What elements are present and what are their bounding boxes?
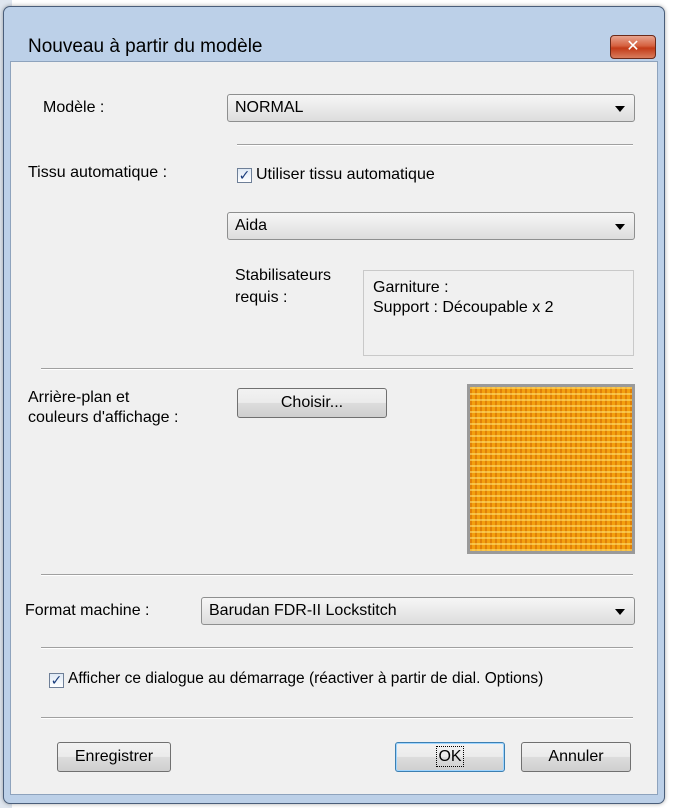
chevron-down-icon (615, 224, 625, 230)
ok-button[interactable]: OK (395, 742, 505, 772)
close-icon: ✕ (626, 38, 640, 55)
stabilizers-info-box: Garniture : Support : Découpable x 2 (363, 270, 634, 356)
stabilizers-label-line2: requis : (235, 289, 288, 306)
background-label-line2: couleurs d'affichage : (28, 409, 179, 426)
separator (41, 574, 633, 576)
checkmark-icon: ✓ (50, 672, 63, 688)
show-at-startup-label[interactable]: Afficher ce dialogue au démarrage (réact… (68, 669, 543, 689)
dialog-body: Modèle : NORMAL Tissu automatique : ✓ Ut… (10, 61, 658, 795)
choose-background-button[interactable]: Choisir... (237, 388, 387, 418)
chevron-down-icon (615, 609, 625, 615)
fabric-label: Tissu automatique : (28, 164, 168, 181)
stabilizers-label-line1: Stabilisateurs (235, 267, 332, 284)
model-select[interactable]: NORMAL (227, 94, 635, 122)
ok-button-label: OK (436, 746, 464, 767)
machine-format-select[interactable]: Barudan FDR-II Lockstitch (201, 597, 635, 625)
machine-format-label: Format machine : (25, 602, 150, 619)
auto-fabric-checkbox[interactable]: ✓ (237, 168, 252, 183)
fabric-preview-swatch (467, 384, 635, 554)
stabilizer-line-support: Support : Découpable x 2 (373, 299, 554, 316)
background-label-line1: Arrière-plan et (28, 389, 130, 406)
model-label: Modèle : (43, 99, 105, 116)
fabric-select-value: Aida (235, 217, 268, 234)
separator (41, 368, 633, 370)
auto-fabric-checkbox-label[interactable]: Utiliser tissu automatique (256, 165, 435, 185)
separator (237, 144, 633, 146)
title-bar: Nouveau à partir du modèle ✕ (4, 7, 664, 59)
chevron-down-icon (615, 106, 625, 112)
model-select-value: NORMAL (235, 99, 304, 116)
cancel-button[interactable]: Annuler (521, 742, 631, 772)
save-button[interactable]: Enregistrer (57, 742, 171, 772)
separator (41, 717, 633, 719)
show-at-startup-checkbox[interactable]: ✓ (49, 673, 64, 688)
separator (41, 647, 633, 649)
dialog-window: Nouveau à partir du modèle ✕ Modèle : NO… (3, 6, 665, 804)
checkmark-icon: ✓ (238, 167, 251, 183)
machine-format-select-value: Barudan FDR-II Lockstitch (209, 602, 397, 619)
dialog-title: Nouveau à partir du modèle (28, 36, 263, 57)
close-button[interactable]: ✕ (610, 35, 656, 59)
stabilizer-line-garniture: Garniture : (373, 279, 449, 296)
fabric-select[interactable]: Aida (227, 212, 635, 240)
